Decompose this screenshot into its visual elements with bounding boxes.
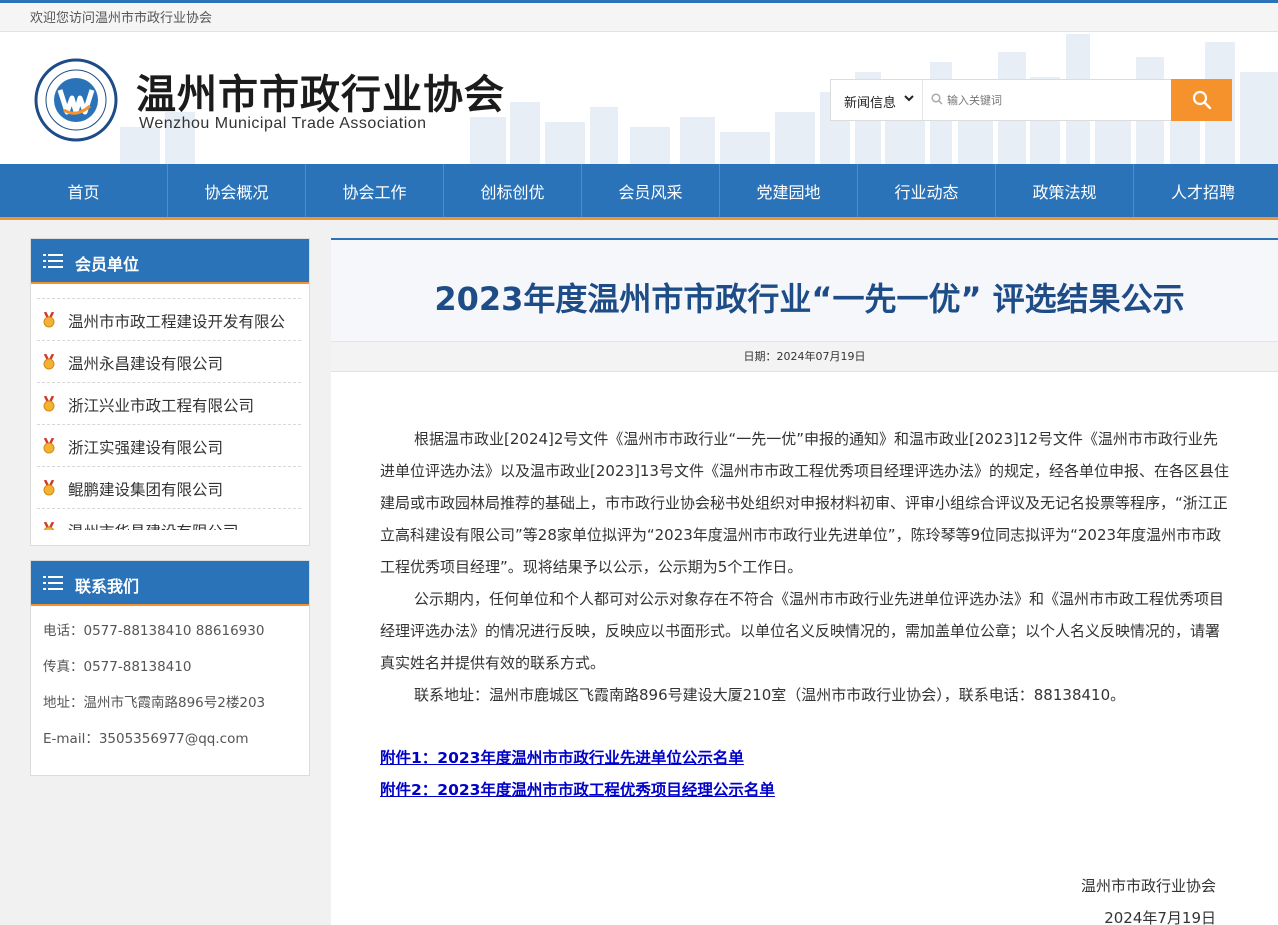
signature-org: 温州市市政行业协会 bbox=[1080, 877, 1216, 895]
list-item[interactable]: 鲲鹏建设集团有限公司 bbox=[37, 466, 301, 508]
article-title: 2023年度温州市市政行业“一先一优” 评选结果公示 bbox=[434, 280, 1185, 318]
nav-item-news[interactable]: 行业动态 bbox=[858, 164, 996, 217]
search-box: 新闻信息 bbox=[830, 79, 1232, 121]
list-icon bbox=[43, 576, 63, 590]
list-item[interactable]: 温州市市政工程建设开发有限公 bbox=[37, 298, 301, 340]
site-title: 温州市市政行业协会 bbox=[136, 71, 505, 118]
members-panel: 会员单位 温州市市政工程建设开发有限公 温州永昌建设有限公司 浙江兴业市政工程有… bbox=[30, 238, 310, 546]
medal-icon bbox=[43, 438, 55, 454]
contact-address: 地址：温州市飞霞南路896号2楼203 bbox=[43, 695, 266, 711]
nav-item-awards[interactable]: 创标创优 bbox=[444, 164, 582, 217]
attachment-link-1[interactable]: 附件1：2023年度温州市市政行业先进单位公示名单 bbox=[380, 742, 775, 774]
list-item[interactable]: 浙江兴业市政工程有限公司 bbox=[37, 382, 301, 424]
site-subtitle: Wenzhou Municipal Trade Association bbox=[139, 115, 427, 132]
welcome-text: 欢迎您访问温州市市政行业协会 bbox=[30, 11, 213, 26]
member-name: 浙江兴业市政工程有限公司 bbox=[68, 397, 255, 415]
top-bar: 欢迎您访问温州市市政行业协会 bbox=[0, 0, 1278, 32]
nav-item-members[interactable]: 会员风采 bbox=[582, 164, 720, 217]
contact-email: E-mail：3505356977@qq.com bbox=[43, 731, 249, 747]
article-body: 根据温市政业[2024]2号文件《温州市市政行业“一先一优”申报的通知》和温市政… bbox=[380, 423, 1232, 711]
nav-item-work[interactable]: 协会工作 bbox=[306, 164, 444, 217]
member-name: 温州永昌建设有限公司 bbox=[68, 355, 224, 373]
list-item[interactable]: 温州永昌建设有限公司 bbox=[37, 340, 301, 382]
contact-phone: 电话：0577-88138410 88616930 bbox=[43, 623, 265, 639]
attachments: 附件1：2023年度温州市市政行业先进单位公示名单 附件2：2023年度温州市市… bbox=[380, 742, 775, 806]
article-signature: 温州市市政行业协会 2024年7月19日 bbox=[1081, 870, 1216, 925]
article-date: 日期：2024年07月19日 bbox=[331, 342, 1278, 372]
nav-item-home[interactable]: 首页 bbox=[0, 164, 168, 217]
attachment-link-2[interactable]: 附件2：2023年度温州市市政工程优秀项目经理公示名单 bbox=[380, 774, 775, 806]
list-item[interactable]: 温州市华昌建设有限公司 bbox=[37, 508, 301, 530]
search-category-label: 新闻信息 bbox=[844, 96, 897, 111]
contact-heading: 联系我们 bbox=[75, 577, 140, 596]
signature-date: 2024年7月19日 bbox=[1104, 909, 1216, 925]
search-button[interactable] bbox=[1171, 79, 1232, 121]
member-list: 温州市市政工程建设开发有限公 温州永昌建设有限公司 浙江兴业市政工程有限公司 浙… bbox=[37, 298, 301, 530]
member-name: 鲲鹏建设集团有限公司 bbox=[68, 481, 224, 499]
nav-item-jobs[interactable]: 人才招聘 bbox=[1134, 164, 1272, 217]
nav-item-about[interactable]: 协会概况 bbox=[168, 164, 306, 217]
medal-icon bbox=[43, 312, 55, 328]
contact-panel-header: 联系我们 bbox=[31, 561, 309, 606]
medal-icon bbox=[43, 480, 55, 496]
contact-panel: 联系我们 电话：0577-88138410 88616930 传真：0577-8… bbox=[30, 560, 310, 776]
list-icon bbox=[43, 254, 63, 268]
member-name: 浙江实强建设有限公司 bbox=[68, 439, 224, 457]
member-name: 温州市市政工程建设开发有限公 bbox=[68, 313, 286, 331]
search-small-icon bbox=[931, 93, 943, 105]
search-input[interactable] bbox=[947, 90, 1162, 110]
chevron-down-icon bbox=[904, 95, 914, 102]
medal-icon bbox=[43, 396, 55, 412]
main-nav: 首页 协会概况 协会工作 创标创优 会员风采 党建园地 行业动态 政策法规 人才… bbox=[0, 164, 1278, 220]
association-logo-icon bbox=[34, 58, 118, 142]
header: 温州市市政行业协会 Wenzhou Municipal Trade Associ… bbox=[0, 32, 1278, 164]
members-panel-header: 会员单位 bbox=[31, 239, 309, 284]
article-paragraph: 根据温市政业[2024]2号文件《温州市市政行业“一先一优”申报的通知》和温市政… bbox=[380, 430, 1229, 576]
article-title-box: 2023年度温州市市政行业“一先一优” 评选结果公示 bbox=[331, 240, 1278, 342]
article-container: 2023年度温州市市政行业“一先一优” 评选结果公示 日期：2024年07月19… bbox=[331, 238, 1278, 925]
contact-fax: 传真：0577-88138410 bbox=[43, 659, 192, 675]
nav-item-party[interactable]: 党建园地 bbox=[720, 164, 858, 217]
article-paragraph: 公示期内，任何单位和个人都可对公示对象存在不符合《温州市市政行业先进单位评选办法… bbox=[380, 590, 1225, 672]
list-item[interactable]: 浙江实强建设有限公司 bbox=[37, 424, 301, 466]
medal-icon bbox=[43, 354, 55, 370]
search-icon bbox=[1192, 90, 1211, 110]
search-input-wrap bbox=[925, 80, 1171, 120]
members-heading: 会员单位 bbox=[75, 255, 140, 274]
nav-item-policy[interactable]: 政策法规 bbox=[996, 164, 1134, 217]
member-name: 温州市华昌建设有限公司 bbox=[68, 520, 239, 530]
search-category-select[interactable]: 新闻信息 bbox=[831, 80, 923, 120]
contact-info: 电话：0577-88138410 88616930 传真：0577-881384… bbox=[31, 606, 309, 764]
medal-icon bbox=[43, 522, 55, 530]
article-paragraph: 联系地址：温州市鹿城区飞霞南路896号建设大厦210室（温州市市政行业协会），联… bbox=[414, 686, 1126, 704]
